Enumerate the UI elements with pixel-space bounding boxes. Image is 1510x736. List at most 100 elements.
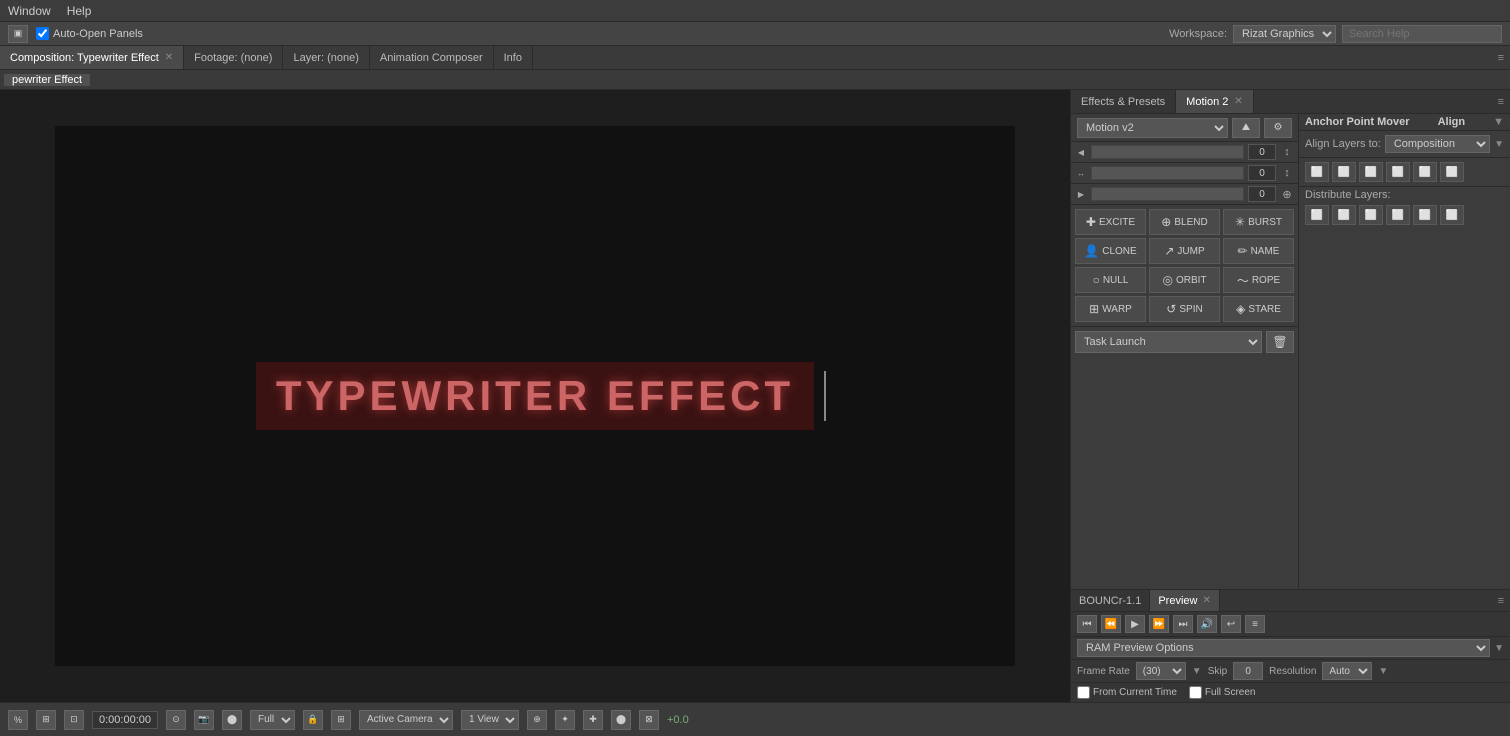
dist-top-btn[interactable]: ⬜ — [1386, 205, 1410, 225]
tab-layer[interactable]: Layer: (none) — [283, 46, 369, 69]
tab-preview-close[interactable]: ✕ — [1202, 595, 1210, 606]
playback-btn-1[interactable]: % — [8, 710, 28, 730]
align-vcenter-btn[interactable]: ⬜ — [1413, 162, 1437, 182]
btn-excite[interactable]: ✚ EXCITE — [1075, 209, 1146, 235]
align-to-select[interactable]: Composition — [1385, 135, 1490, 153]
preview-loop-btn[interactable]: ↩ — [1221, 615, 1241, 633]
secondary-tab-bar: pewriter Effect — [0, 70, 1510, 90]
align-expand-btn[interactable]: ▼ — [1493, 116, 1504, 128]
lock-btn[interactable]: 🔒 — [303, 710, 323, 730]
tool-btn-5[interactable]: ⊠ — [639, 710, 659, 730]
full-screen-checkbox[interactable] — [1189, 686, 1202, 699]
resolution-select[interactable]: Auto — [1322, 662, 1372, 680]
grid-btn[interactable]: ⊞ — [331, 710, 351, 730]
btn-clone[interactable]: 👤 CLONE — [1075, 238, 1146, 264]
playback-btn-3[interactable]: ⊡ — [64, 710, 84, 730]
from-current-time-checkbox[interactable] — [1077, 686, 1090, 699]
dist-bottom-btn[interactable]: ⬜ — [1440, 205, 1464, 225]
motion-version-select[interactable]: Motion v2 — [1077, 118, 1228, 138]
btn-burst[interactable]: ✳ BURST — [1223, 209, 1294, 235]
panel-tab-menu[interactable]: ≡ — [1492, 90, 1510, 113]
menu-help[interactable]: Help — [67, 4, 92, 18]
workspace-select[interactable]: Rizat Graphics — [1233, 25, 1336, 43]
align-left-btn[interactable]: ⬜ — [1305, 162, 1329, 182]
tab-effects-presets[interactable]: Effects & Presets — [1071, 90, 1176, 113]
tab-menu[interactable]: ≡ — [1492, 46, 1510, 69]
slider-z-track[interactable] — [1091, 187, 1244, 201]
align-top-btn[interactable]: ⬜ — [1386, 162, 1410, 182]
align-bottom-btn[interactable]: ⬜ — [1440, 162, 1464, 182]
dist-right-btn[interactable]: ⬜ — [1359, 205, 1383, 225]
tab-preview[interactable]: Preview ✕ — [1150, 590, 1220, 611]
tool-btn-2[interactable]: ✦ — [555, 710, 575, 730]
preview-audio-btn[interactable]: 🔊 — [1197, 615, 1217, 633]
menu-window[interactable]: Window — [8, 4, 51, 18]
tab-anim-composer[interactable]: Animation Composer — [370, 46, 494, 69]
slider-x-icon: ↕ — [1280, 146, 1294, 158]
tab-footage[interactable]: Footage: (none) — [184, 46, 283, 69]
slider-z-arrow[interactable]: ▶ — [1075, 188, 1087, 200]
view-select[interactable]: 1 View — [461, 710, 519, 730]
tab-motion2-close[interactable]: ✕ — [1234, 96, 1242, 107]
align-hcenter-btn[interactable]: ⬜ — [1332, 162, 1356, 182]
preview-tab-menu[interactable]: ≡ — [1492, 590, 1510, 611]
motion-settings-btn[interactable]: ⚙ — [1264, 118, 1292, 138]
tab-composition[interactable]: Composition: Typewriter Effect ✕ — [0, 46, 184, 69]
preview-back-btn[interactable]: ⏪ — [1101, 615, 1121, 633]
playback-btn-2[interactable]: ⊞ — [36, 710, 56, 730]
search-input[interactable] — [1342, 25, 1502, 43]
slider-x-track[interactable] — [1091, 145, 1244, 159]
name-icon: ✏ — [1238, 244, 1248, 258]
tab-bouncr[interactable]: BOUNCr-1.1 — [1071, 590, 1150, 611]
preview-settings-btn[interactable]: ≡ — [1245, 615, 1265, 633]
resolution-expand[interactable]: ▼ — [1378, 666, 1388, 677]
task-launch-select[interactable]: Task Launch — [1075, 331, 1262, 353]
preview-options-select[interactable]: RAM Preview Options — [1077, 639, 1490, 657]
quality-select[interactable]: Full — [250, 710, 295, 730]
preview-options-expand[interactable]: ▼ — [1494, 643, 1504, 654]
color-btn[interactable]: ⬤ — [222, 710, 242, 730]
slider-y-arrow[interactable]: ↔ — [1075, 167, 1087, 179]
toolbar-icon-1[interactable]: ▣ — [8, 25, 28, 43]
btn-orbit[interactable]: ◎ ORBIT — [1149, 267, 1220, 293]
tool-btn-1[interactable]: ⊕ — [527, 710, 547, 730]
btn-rope[interactable]: 〜 ROPE — [1223, 267, 1294, 293]
preview-start-btn[interactable]: ⏮ — [1077, 615, 1097, 633]
secondary-tab-comp[interactable]: pewriter Effect — [4, 74, 90, 86]
frame-rate-select[interactable]: (30) — [1136, 662, 1186, 680]
tab-motion2[interactable]: Motion 2 ✕ — [1176, 90, 1254, 113]
dist-left-btn[interactable]: ⬜ — [1305, 205, 1329, 225]
spin-icon: ↺ — [1166, 302, 1176, 316]
auto-open-checkbox[interactable] — [36, 27, 49, 40]
dist-vcenter-btn[interactable]: ⬜ — [1413, 205, 1437, 225]
camera-btn[interactable]: 📷 — [194, 710, 214, 730]
btn-null[interactable]: ○ NULL — [1075, 267, 1146, 293]
btn-warp[interactable]: ⊞ WARP — [1075, 296, 1146, 322]
btn-name[interactable]: ✏ NAME — [1223, 238, 1294, 264]
align-right-btn[interactable]: ⬜ — [1359, 162, 1383, 182]
btn-stare[interactable]: ◈ STARE — [1223, 296, 1294, 322]
slider-y-track[interactable] — [1091, 166, 1244, 180]
slider-x-arrow[interactable]: ◀ — [1075, 146, 1087, 158]
dist-hcenter-btn[interactable]: ⬜ — [1332, 205, 1356, 225]
frame-rate-expand[interactable]: ▼ — [1192, 666, 1202, 677]
frame-btn[interactable]: ⊙ — [166, 710, 186, 730]
preview-end-btn[interactable]: ⏭ — [1173, 615, 1193, 633]
btn-spin[interactable]: ↺ SPIN — [1149, 296, 1220, 322]
task-trash-btn[interactable]: 🗑 — [1266, 331, 1294, 353]
preview-fwd-btn[interactable]: ⏩ — [1149, 615, 1169, 633]
preview-options-row: RAM Preview Options ▼ — [1071, 637, 1510, 660]
tab-info[interactable]: Info — [494, 46, 533, 69]
btn-blend[interactable]: ⊕ BLEND — [1149, 209, 1220, 235]
camera-select[interactable]: Active Camera — [359, 710, 453, 730]
tool-btn-3[interactable]: ✚ — [583, 710, 603, 730]
slider-row-y: ↔ 0 ↕ — [1071, 163, 1298, 184]
align-to-expand[interactable]: ▼ — [1494, 139, 1504, 150]
motion-mountains-btn[interactable]: ⛰ — [1232, 118, 1260, 138]
preview-play-btn[interactable]: ▶ — [1125, 615, 1145, 633]
zoom-value: +0.0 — [667, 714, 689, 726]
skip-input[interactable] — [1233, 662, 1263, 680]
tool-btn-4[interactable]: ⬤ — [611, 710, 631, 730]
btn-jump[interactable]: ↗ JUMP — [1149, 238, 1220, 264]
tab-composition-close[interactable]: ✕ — [165, 52, 173, 63]
